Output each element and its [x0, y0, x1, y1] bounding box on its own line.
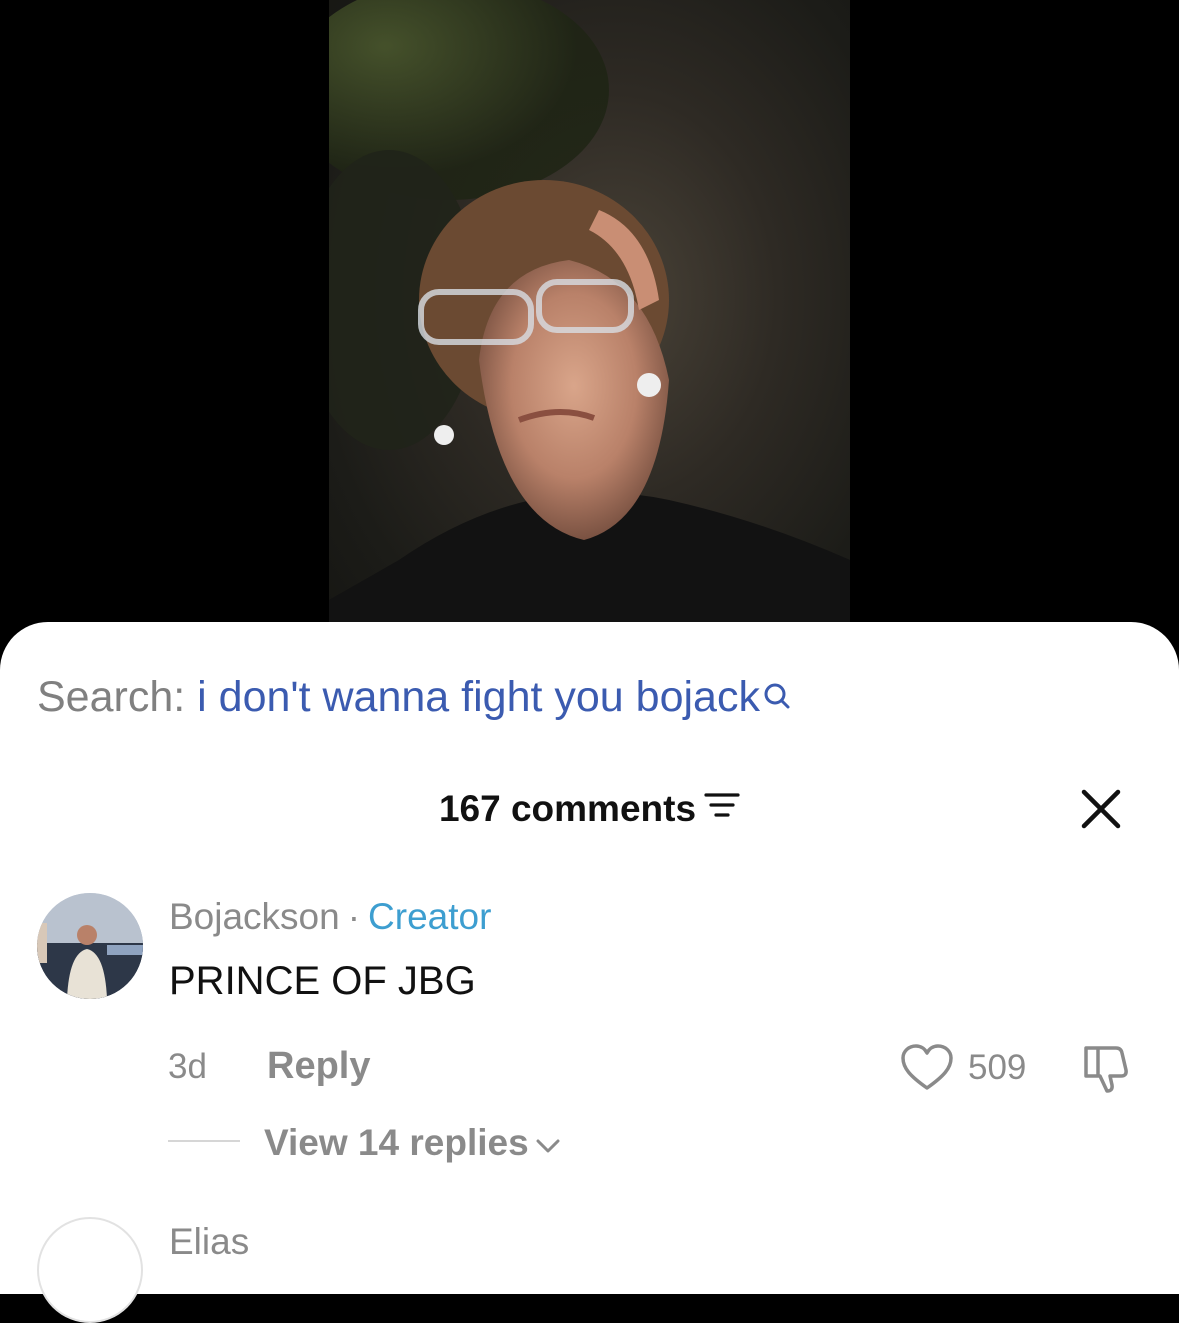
view-replies-label: View 14 replies: [264, 1122, 529, 1163]
video-player[interactable]: [0, 0, 1179, 660]
video-frame: [329, 0, 850, 660]
comment-timestamp: 3d: [168, 1047, 207, 1086]
comment-author-name[interactable]: Elias: [169, 1220, 249, 1264]
like-button[interactable]: 509: [900, 1040, 1026, 1096]
close-button[interactable]: [1074, 782, 1128, 836]
like-count: 509: [968, 1048, 1027, 1087]
reply-button[interactable]: Reply: [267, 1044, 370, 1088]
avatar[interactable]: [37, 1217, 143, 1323]
comments-count: 167 comments: [438, 788, 697, 829]
chevron-down-icon: [535, 1121, 561, 1165]
search-query-link[interactable]: i don't wanna fight you bojack: [197, 673, 760, 721]
replies-divider: [168, 1140, 240, 1142]
comment-author-name[interactable]: Bojackson: [169, 896, 340, 937]
search-suggestion[interactable]: Search: i don't wanna fight you bojack: [37, 673, 792, 721]
comment-author-line: Bojackson · Creator: [169, 895, 491, 939]
search-label: Search:: [37, 673, 186, 721]
close-icon: [1081, 789, 1121, 829]
filter-icon[interactable]: [704, 786, 740, 830]
avatar-image: [37, 893, 143, 999]
dislike-icon: [1084, 1046, 1128, 1093]
comment-text: PRINCE OF JBG: [169, 959, 476, 1003]
view-replies-button[interactable]: View 14 replies: [264, 1121, 561, 1165]
creator-badge: Creator: [368, 896, 492, 937]
avatar[interactable]: [37, 893, 143, 999]
video-thumbnail-image: [329, 0, 850, 660]
dislike-button[interactable]: [1078, 1040, 1134, 1096]
search-icon: [762, 673, 792, 721]
author-separator: ·: [347, 896, 361, 937]
heart-icon: [901, 1044, 953, 1090]
comments-count-header[interactable]: 167 comments: [0, 787, 1179, 831]
